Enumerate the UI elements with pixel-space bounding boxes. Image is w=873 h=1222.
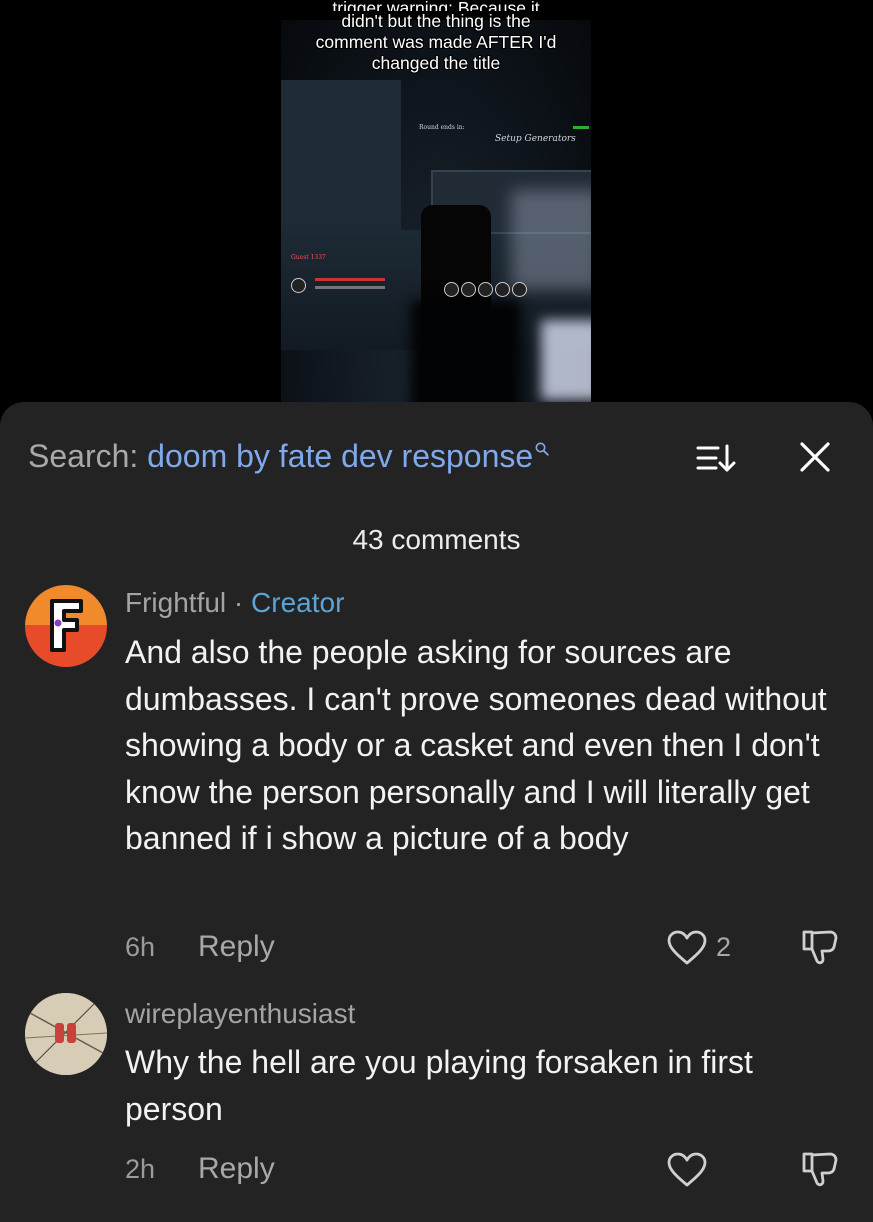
reply-button[interactable]: Reply (198, 1152, 275, 1186)
hud-health-bar (315, 278, 385, 281)
reply-button[interactable]: Reply (198, 930, 275, 964)
username[interactable]: wireplayenthusiast (125, 998, 355, 1030)
comment-count: 43 comments (352, 524, 521, 555)
thumbs-down-icon[interactable] (800, 927, 840, 967)
close-icon[interactable] (798, 440, 832, 474)
search-query[interactable]: doom by fate dev response (147, 438, 533, 474)
sort-icon[interactable] (696, 442, 736, 474)
comment-text: Why the hell are you playing forsaken in… (125, 1044, 753, 1127)
wire-avatar-icon (25, 993, 107, 1075)
caption-line-3: changed the title (371, 53, 501, 73)
frightful-avatar-icon (25, 585, 107, 667)
comments-sheet: Search: doom by fate dev response 43 com… (0, 402, 873, 1222)
creator-badge: Creator (251, 587, 345, 618)
comment-text: And also the people asking for sources a… (125, 634, 827, 856)
author-separator: · (226, 587, 252, 618)
video-caption: trigger warning: Because it didn't but t… (281, 0, 591, 74)
caption-line-2: comment was made AFTER I'd (315, 32, 557, 52)
magnifier-icon (535, 442, 549, 456)
hud-player-text: Guest 1337 (291, 254, 326, 261)
comment-timestamp: 2h (125, 1154, 156, 1184)
comment-search-link[interactable]: Search: doom by fate dev response (28, 438, 549, 475)
username[interactable]: Frightful (125, 587, 226, 618)
caption-cut-line: trigger warning: Because it (332, 0, 540, 11)
caption-line-1: didn't but the thing is the (341, 11, 531, 31)
avatar[interactable] (25, 993, 107, 1075)
comment-author[interactable]: Frightful · Creator (125, 587, 344, 619)
comment-timestamp: 6h (125, 932, 156, 962)
heart-icon[interactable] (667, 930, 707, 966)
heart-icon[interactable] (667, 1152, 707, 1188)
like-count: 2 (716, 932, 732, 962)
hud-objective-text: Setup Generators (495, 134, 576, 144)
hud-avatar-icon (291, 278, 306, 293)
video-player[interactable]: Round ends in: Setup Generators Guest 13… (281, 20, 591, 420)
hud-round-text: Round ends in: (419, 124, 465, 131)
thumbs-down-icon[interactable] (800, 1149, 840, 1189)
avatar[interactable] (25, 585, 107, 667)
search-label: Search: (28, 438, 139, 474)
